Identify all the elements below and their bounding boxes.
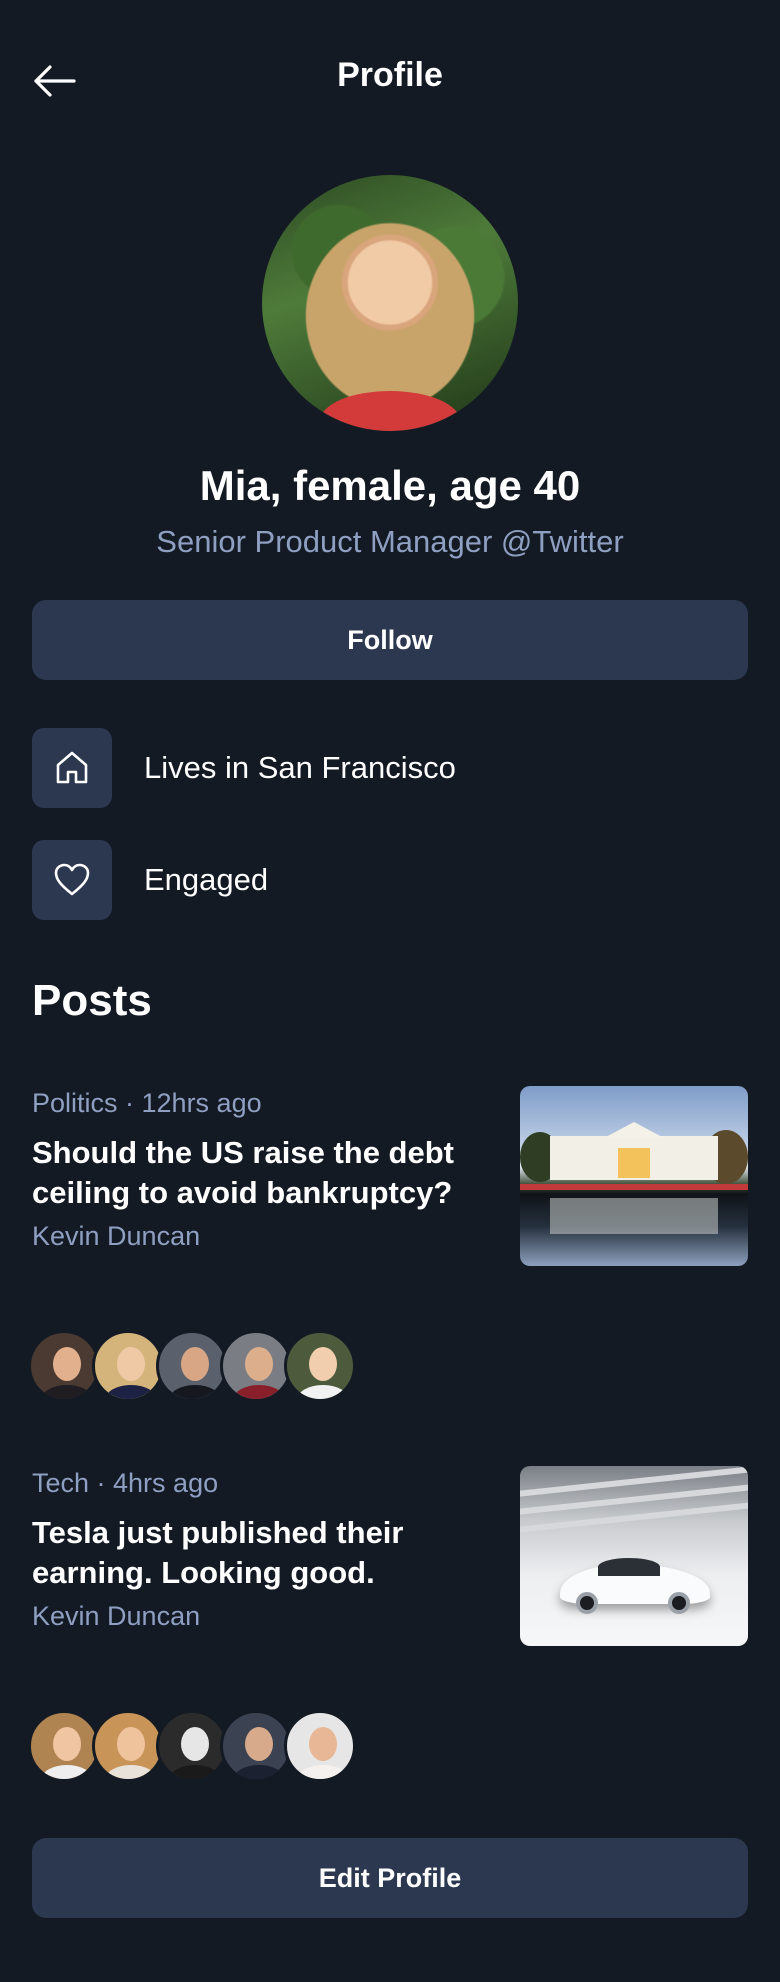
reactor-avatar[interactable]: [92, 1710, 164, 1782]
post-title[interactable]: Should the US raise the debt ceiling to …: [32, 1133, 502, 1213]
profile-avatar: [262, 175, 518, 431]
pediment: [604, 1122, 664, 1138]
relationship-text: Engaged: [144, 862, 269, 897]
header: Profile: [0, 0, 780, 158]
reactor-avatar[interactable]: [28, 1330, 100, 1402]
reflection: [550, 1198, 718, 1234]
home-icon: [56, 751, 88, 784]
home-icon-box: [32, 728, 112, 808]
white-house-thumbnail[interactable]: [520, 1086, 748, 1266]
profile-subtitle: Senior Product Manager @Twitter: [156, 524, 624, 559]
profile-screen: Profile Mia, female, age 40 Senior Produ…: [0, 0, 780, 1982]
tesla-thumbnail[interactable]: [520, 1466, 748, 1646]
reactor-avatar[interactable]: [92, 1330, 164, 1402]
car-wheel: [576, 1592, 598, 1614]
profile-name: Mia, female, age 40: [199, 462, 581, 509]
location-text: Lives in San Francisco: [144, 750, 456, 785]
post-card[interactable]: Politics · 12hrs ago Should the US raise…: [32, 1086, 748, 1266]
portico-glow: [618, 1148, 650, 1178]
reactor-avatar[interactable]: [156, 1330, 228, 1402]
reactor-avatar[interactable]: [284, 1330, 356, 1402]
avatar-shirt: [320, 391, 460, 431]
reactor-avatar[interactable]: [284, 1710, 356, 1782]
page-title: Profile: [337, 56, 443, 94]
heart-icon: [54, 863, 90, 896]
info-row-relationship: Engaged: [32, 840, 268, 920]
posts-heading: Posts: [32, 976, 152, 1025]
post-title[interactable]: Tesla just published their earning. Look…: [32, 1513, 502, 1593]
info-row-location: Lives in San Francisco: [32, 728, 456, 808]
reactor-avatar[interactable]: [156, 1710, 228, 1782]
reactor-avatar[interactable]: [28, 1710, 100, 1782]
car-window: [598, 1558, 660, 1576]
reactor-avatar[interactable]: [220, 1710, 292, 1782]
heart-icon-box: [32, 840, 112, 920]
reactor-avatar[interactable]: [220, 1330, 292, 1402]
flower-bed: [520, 1184, 748, 1190]
follow-button[interactable]: Follow: [32, 600, 748, 680]
edit-profile-button[interactable]: Edit Profile: [32, 1838, 748, 1918]
post-card[interactable]: Tech · 4hrs ago Tesla just published the…: [32, 1466, 748, 1646]
car-wheel: [668, 1592, 690, 1614]
